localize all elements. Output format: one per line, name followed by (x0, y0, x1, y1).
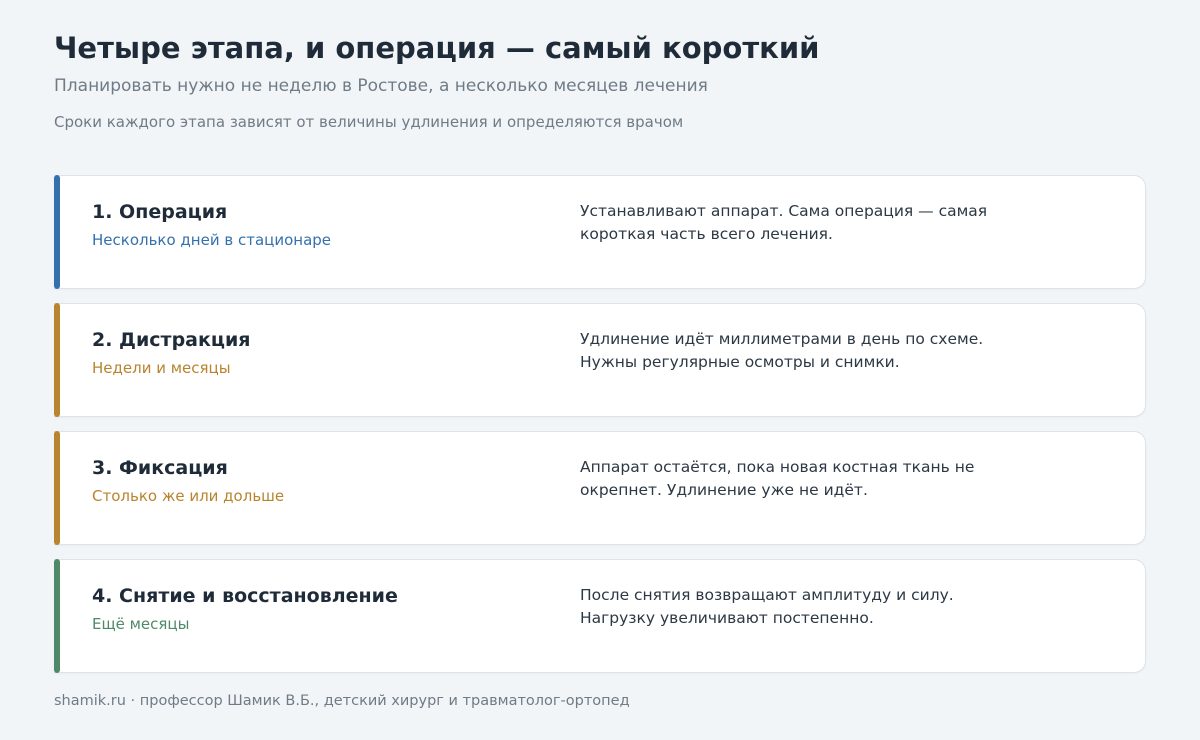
stage-description-line: короткая часть всего лечения. (580, 225, 833, 243)
stage-duration: Несколько дней в стационаре (92, 231, 332, 249)
stage-description: После снятия возвращают амплитуду и силу… (580, 584, 1020, 630)
stage-accent-bar (54, 431, 60, 545)
stage-duration: Недели и месяцы (92, 359, 231, 377)
header: Четыре этапа, и операция — самый коротки… (54, 30, 1144, 132)
stage-title: 4. Снятие и восстановление (92, 585, 398, 607)
stage-description: Удлинение идёт миллиметрами в день по сх… (580, 328, 1020, 374)
page-title: Четыре этапа, и операция — самый коротки… (54, 31, 820, 65)
stage-head: 2. Дистракция Недели и месяцы (92, 328, 552, 378)
stage-description: Устанавливают аппарат. Сама операция — с… (580, 200, 1020, 246)
stage-description-line: Удлинение идёт миллиметрами в день по сх… (580, 330, 984, 348)
stage-description-line: Аппарат остаётся, пока новая костная тка… (580, 458, 975, 476)
stage-description: Аппарат остаётся, пока новая костная тка… (580, 456, 1020, 502)
page-subtitle: Планировать нужно не неделю в Ростове, а… (54, 76, 708, 96)
stage-head: 3. Фиксация Столько же или дольше (92, 456, 552, 506)
stage-description-line: Устанавливают аппарат. Сама операция — с… (580, 202, 988, 220)
stage-accent-bar (54, 175, 60, 289)
stage-accent-bar (54, 303, 60, 417)
footer-credit: shamik.ru · профессор Шамик В.Б., детски… (54, 693, 630, 709)
stage-card-distraction: 2. Дистракция Недели и месяцы Удлинение … (54, 303, 1146, 417)
stages-list: 1. Операция Несколько дней в стационаре … (54, 175, 1146, 687)
stage-head: 4. Снятие и восстановление Ещё месяцы (92, 584, 552, 634)
stage-description-line: Нужны регулярные осмотры и снимки. (580, 353, 900, 371)
stage-title: 2. Дистракция (92, 329, 251, 351)
stage-accent-bar (54, 559, 60, 673)
stage-card-fixation: 3. Фиксация Столько же или дольше Аппара… (54, 431, 1146, 545)
page-note: Сроки каждого этапа зависят от величины … (54, 113, 684, 131)
stage-card-operation: 1. Операция Несколько дней в стационаре … (54, 175, 1146, 289)
stage-title: 1. Операция (92, 201, 228, 223)
stage-head: 1. Операция Несколько дней в стационаре (92, 200, 552, 250)
stage-title: 3. Фиксация (92, 457, 228, 479)
stage-duration: Столько же или дольше (92, 487, 285, 505)
stage-description-line: Нагрузку увеличивают постепенно. (580, 609, 874, 627)
stage-card-removal-recovery: 4. Снятие и восстановление Ещё месяцы По… (54, 559, 1146, 673)
stage-description-line: окрепнет. Удлинение уже не идёт. (580, 481, 868, 499)
stage-duration: Ещё месяцы (92, 615, 190, 633)
stage-description-line: После снятия возвращают амплитуду и силу… (580, 586, 954, 604)
